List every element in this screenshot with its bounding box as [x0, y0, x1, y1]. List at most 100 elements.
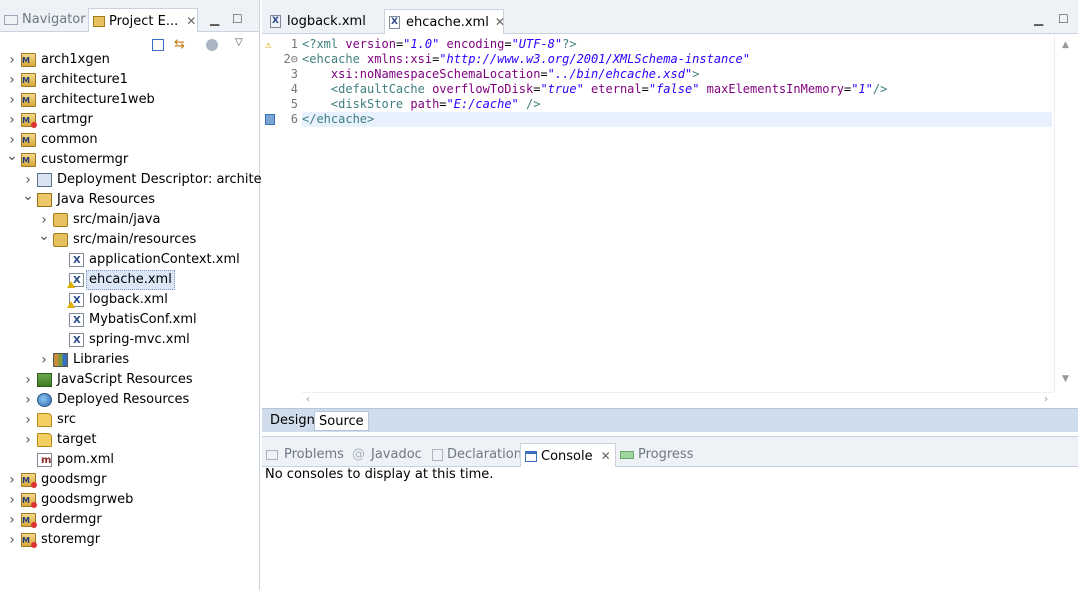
- tree-item[interactable]: › Deployment Descriptor: architectu: [0, 170, 282, 190]
- tab-ehcache-xml[interactable]: Xehcache.xml ✕: [384, 9, 505, 34]
- tree-item[interactable]: › goodsmgrweb: [0, 490, 259, 511]
- chevron-right-icon[interactable]: ›: [22, 410, 34, 430]
- maven-project-error-icon: [21, 511, 37, 531]
- tree-item[interactable]: ⌄ Java Resources: [0, 188, 259, 210]
- chevron-right-icon[interactable]: ›: [22, 430, 34, 450]
- scroll-up-icon[interactable]: ▲: [1062, 40, 1069, 50]
- package-folder-icon: [53, 233, 68, 247]
- close-icon[interactable]: ✕: [601, 449, 611, 463]
- chevron-right-icon[interactable]: ›: [6, 70, 18, 90]
- tab-source[interactable]: Source: [314, 411, 369, 431]
- code-token: <?xml: [302, 37, 346, 51]
- editor-tabbar: Xlogback.xml Xehcache.xml ✕ ▁ ☐: [262, 0, 1078, 34]
- close-icon[interactable]: ✕: [186, 14, 196, 28]
- tree-item[interactable]: ehcache.xml: [0, 270, 259, 291]
- tree-item[interactable]: › Deployed Resources: [0, 390, 259, 410]
- chevron-right-icon[interactable]: ›: [6, 50, 18, 70]
- line-number-gutter: 1 ⚠ 2⊖ 3 4 5 6: [262, 34, 302, 392]
- code-line[interactable]: <ehcache xmlns:xsi="http://www.w3.org/20…: [302, 52, 1052, 67]
- view-menu-icon[interactable]: ▽: [235, 37, 243, 48]
- tree-item[interactable]: › arch1xgen: [0, 50, 259, 71]
- code-token: path: [410, 97, 440, 111]
- deployment-descriptor-icon: [37, 173, 52, 187]
- chevron-right-icon[interactable]: ›: [6, 510, 18, 530]
- code-token: =: [439, 97, 447, 111]
- tree-item[interactable]: ⌄ src/main/resources: [0, 228, 259, 250]
- code-line[interactable]: <?xml version="1.0" encoding="UTF-8"?>: [302, 37, 1052, 52]
- scroll-right-icon[interactable]: ›: [1044, 394, 1048, 405]
- scroll-down-icon[interactable]: ▼: [1062, 374, 1069, 384]
- tree-item[interactable]: spring-mvc.xml: [0, 330, 259, 351]
- close-icon[interactable]: ✕: [495, 15, 505, 29]
- minimize-icon[interactable]: ▁: [210, 12, 219, 26]
- tab-console[interactable]: Console ✕: [520, 443, 616, 467]
- tab-logback-xml[interactable]: Xlogback.xml: [266, 9, 384, 34]
- tree-item[interactable]: › Libraries: [0, 350, 259, 370]
- code-token: "1.0": [403, 37, 440, 51]
- xml-file-icon: X: [389, 16, 400, 29]
- tree-item[interactable]: › architecture1: [0, 70, 259, 91]
- tree-item[interactable]: › architecture1web: [0, 90, 259, 111]
- chevron-right-icon[interactable]: ›: [6, 530, 18, 550]
- deployed-resources-icon: [37, 393, 52, 407]
- tab-navigator[interactable]: Navigator: [4, 8, 86, 32]
- chevron-right-icon[interactable]: ›: [22, 370, 34, 390]
- tree-item[interactable]: ›common: [0, 130, 259, 151]
- project-explorer-icon: [93, 16, 105, 27]
- maximize-icon[interactable]: ☐: [1058, 12, 1069, 26]
- tree-item-label: arch1xgen: [41, 52, 110, 67]
- tree-item[interactable]: › goodsmgr: [0, 470, 259, 491]
- tree-item-label: goodsmgrweb: [41, 492, 134, 507]
- tree-item[interactable]: ⌄ customermgr: [0, 148, 259, 171]
- chevron-down-icon[interactable]: ⌄: [6, 146, 18, 166]
- code-token: xmlns:xsi: [367, 52, 433, 66]
- chevron-right-icon[interactable]: ›: [6, 470, 18, 490]
- tree-item[interactable]: › target: [0, 430, 259, 450]
- code-area[interactable]: <?xml version="1.0" encoding="UTF-8"?> <e…: [302, 34, 1052, 392]
- code-line[interactable]: <defaultCache overflowToDisk = "true" eter…: [302, 82, 1052, 97]
- chevron-down-icon[interactable]: ⌄: [22, 186, 34, 206]
- tree-item[interactable]: › cartmgr: [0, 110, 259, 131]
- tree-item[interactable]: MybatisConf.xml: [0, 310, 259, 331]
- tab-project-explorer[interactable]: Project E... ✕: [88, 8, 198, 32]
- tree-item-label: src: [57, 412, 76, 427]
- tree-item[interactable]: pom.xml: [0, 450, 259, 471]
- tab-problems[interactable]: Problems: [266, 443, 344, 467]
- tree-item[interactable]: › src: [0, 410, 259, 430]
- chevron-right-icon[interactable]: ›: [6, 110, 18, 130]
- code-token: />: [872, 82, 888, 96]
- code-line[interactable]: <diskStore path="E:/cache" />: [302, 97, 1052, 112]
- tree-item[interactable]: applicationContext.xml: [0, 250, 259, 271]
- code-token: "http://www.w3.org/2001/XMLSchema-instan…: [439, 52, 750, 66]
- minimize-icon[interactable]: ▁: [1034, 12, 1043, 26]
- tab-javadoc[interactable]: @ Javadoc: [352, 443, 422, 467]
- maximize-icon[interactable]: ☐: [232, 12, 243, 26]
- tree-item-label: Deployment Descriptor: architectu: [57, 172, 283, 187]
- tab-declaration[interactable]: Declaration: [432, 443, 522, 467]
- code-line[interactable]: xsi:noNamespaceSchemaLocation="../bin/eh…: [302, 67, 1052, 82]
- tab-design[interactable]: Design: [266, 411, 319, 431]
- tree-item-label: storemgr: [41, 532, 101, 547]
- scroll-left-icon[interactable]: ‹: [306, 394, 310, 405]
- chevron-right-icon[interactable]: ›: [6, 490, 18, 510]
- tree-item[interactable]: › storemgr: [0, 530, 259, 551]
- line-number: 2⊖: [283, 52, 298, 66]
- chevron-down-icon[interactable]: ⌄: [38, 226, 50, 246]
- console-icon: [525, 451, 537, 462]
- line-number: 3: [290, 67, 298, 81]
- warning-icon[interactable]: ⚠: [265, 37, 272, 52]
- vertical-scrollbar[interactable]: ▲ ▼: [1054, 34, 1078, 392]
- tree-item[interactable]: › ordermgr: [0, 510, 259, 531]
- chevron-right-icon[interactable]: ›: [6, 90, 18, 110]
- code-token: =: [540, 67, 548, 81]
- horizontal-scrollbar[interactable]: ‹ ›: [302, 392, 1054, 408]
- code-line[interactable]: </ehcache>: [302, 112, 1052, 127]
- chevron-right-icon[interactable]: ›: [38, 350, 50, 370]
- tree-item[interactable]: logback.xml: [0, 290, 259, 311]
- tab-progress[interactable]: Progress: [620, 443, 693, 467]
- tree-item[interactable]: › JavaScript Resources: [0, 370, 259, 390]
- design-source-tabs: Design Source: [262, 408, 1078, 432]
- xml-file-warning-icon: [67, 271, 84, 291]
- chevron-right-icon[interactable]: ›: [22, 390, 34, 410]
